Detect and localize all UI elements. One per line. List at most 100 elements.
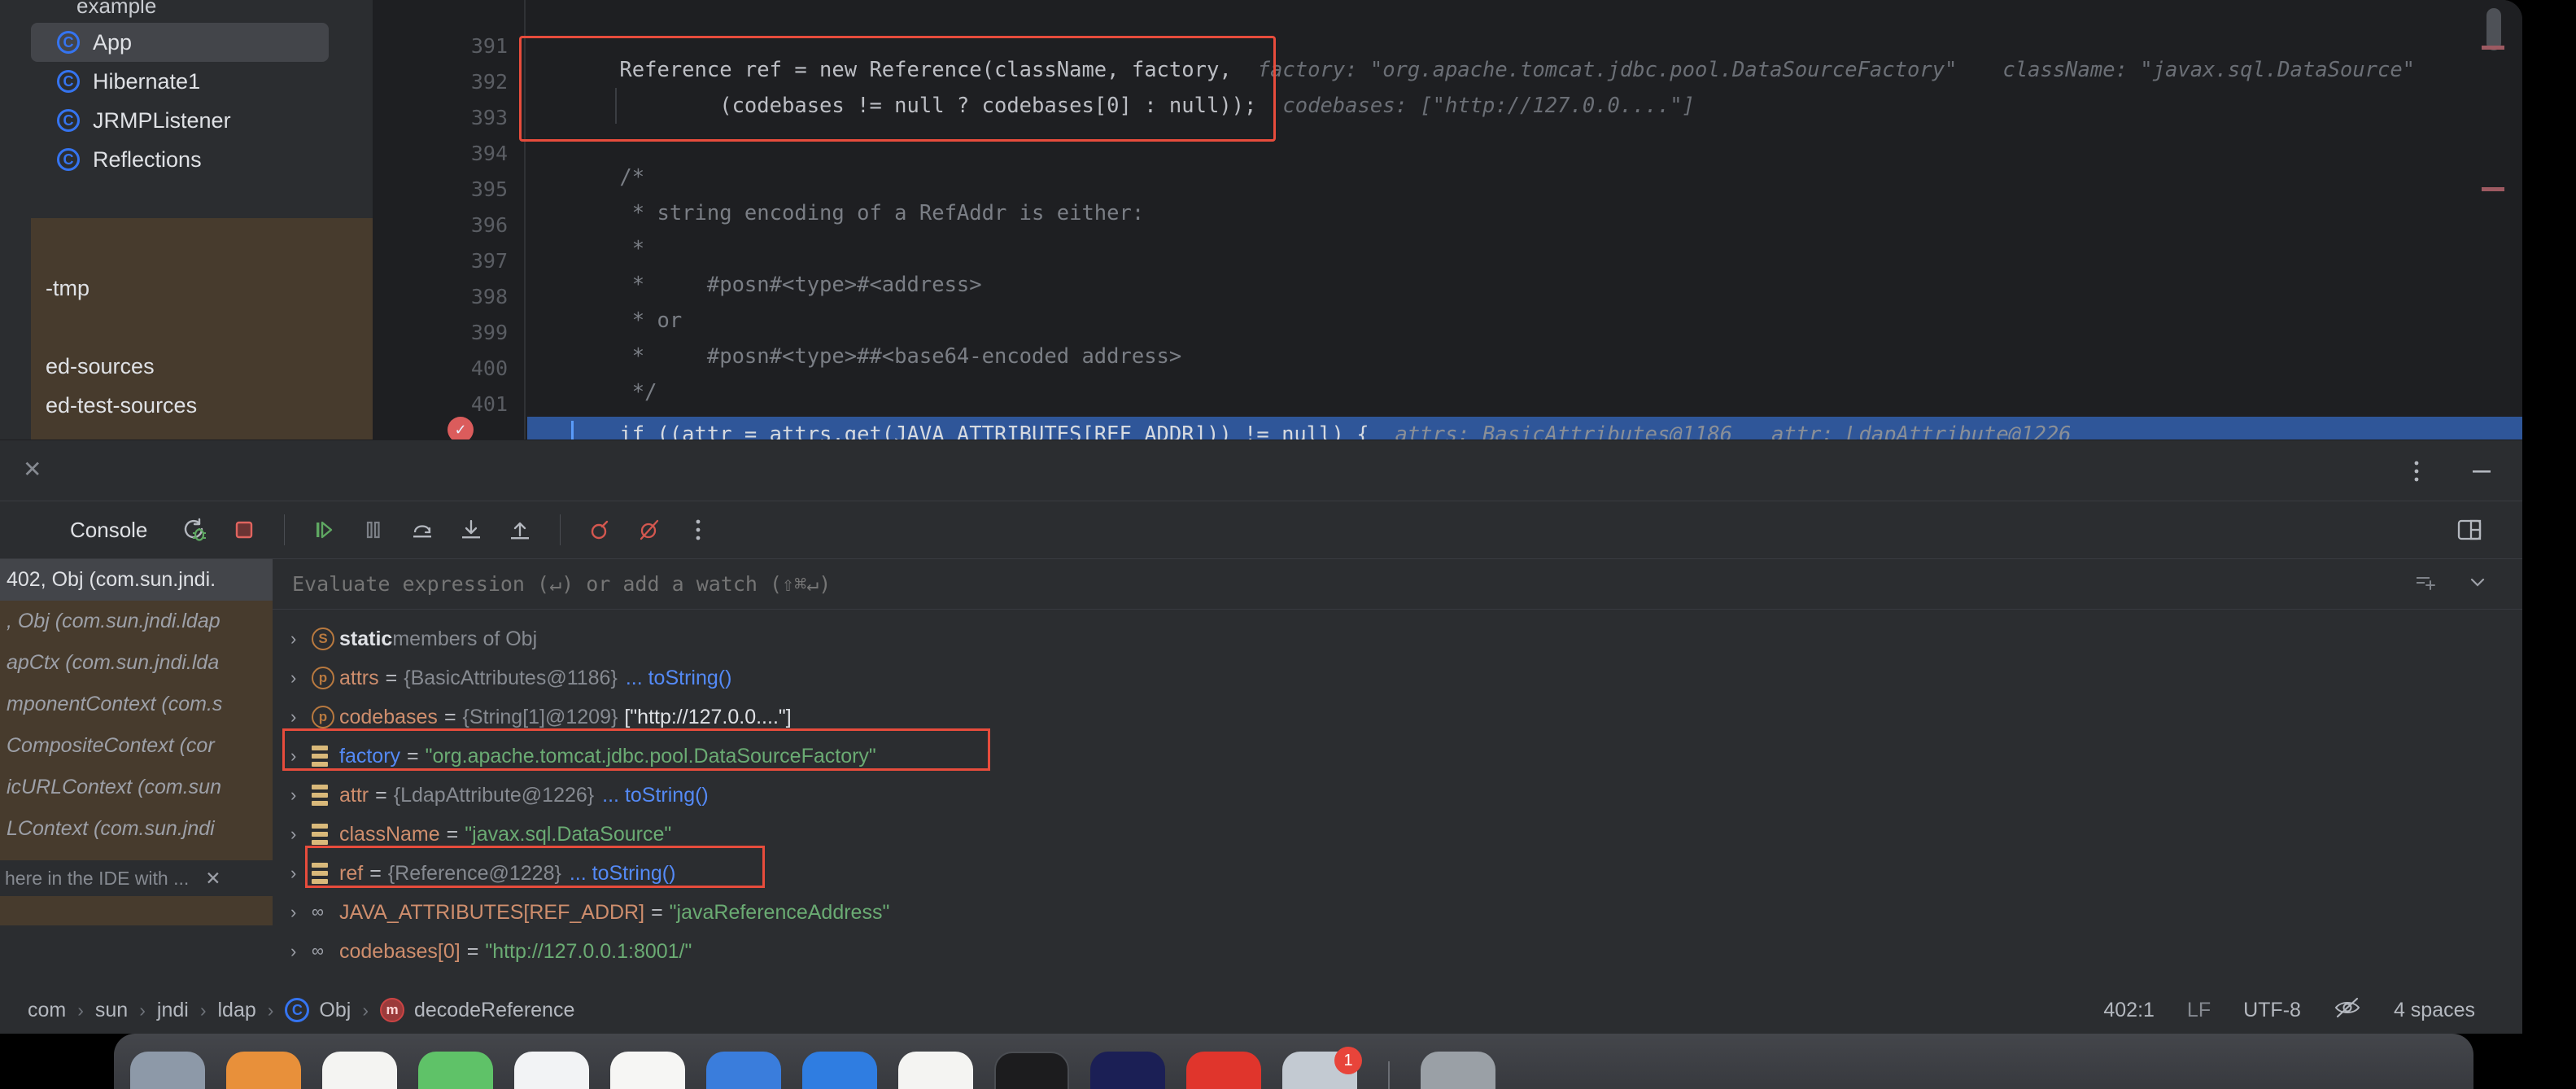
chevron-right-icon[interactable]: › xyxy=(290,785,312,806)
chevron-right-icon[interactable]: › xyxy=(290,902,312,923)
dock-item-notes[interactable] xyxy=(322,1052,397,1089)
close-icon[interactable]: ✕ xyxy=(23,458,41,481)
chevron-right-icon[interactable]: › xyxy=(290,746,312,767)
variable-row-attrs[interactable]: › p attrs = {BasicAttributes@1186} ... t… xyxy=(273,658,2522,698)
editor-scrollbar-thumb[interactable] xyxy=(2486,8,2501,50)
tree-item-jrmplistener[interactable]: C JRMPListener xyxy=(31,101,373,140)
minimize-icon[interactable] xyxy=(2465,455,2498,488)
breakpoint-circle-icon[interactable] xyxy=(580,510,621,550)
tree-item-generated-test-sources[interactable]: ed-test-sources xyxy=(31,386,373,425)
line-separator[interactable]: LF xyxy=(2187,999,2211,1022)
pause-icon[interactable] xyxy=(353,510,394,550)
line-number: 397 xyxy=(470,249,508,273)
chevron-right-icon[interactable]: › xyxy=(290,863,312,884)
kebab-menu-icon[interactable] xyxy=(678,510,718,550)
tree-item-tmp[interactable]: -tmp xyxy=(31,269,373,308)
dock-item-calendar[interactable] xyxy=(802,1052,877,1089)
variable-value[interactable]: ... toString() xyxy=(626,667,732,690)
tree-item-generated-sources[interactable]: ed-sources xyxy=(31,347,373,386)
variable-value[interactable]: ... toString() xyxy=(570,862,676,886)
step-out-arrow-up-icon[interactable] xyxy=(500,510,540,550)
variable-name: className xyxy=(339,822,440,846)
rerun-bug-icon[interactable] xyxy=(175,510,216,550)
evaluate-expression-input[interactable] xyxy=(273,572,2413,596)
dock-item-photos[interactable] xyxy=(898,1052,973,1089)
variable-row-factory[interactable]: › factory = "org.apache.tomcat.jdbc.pool… xyxy=(273,737,2522,776)
frame-row[interactable]: 402, Obj (com.sun.jndi. xyxy=(0,559,273,601)
caret-position[interactable]: 402:1 xyxy=(2103,999,2155,1022)
dock-item-mail[interactable] xyxy=(706,1052,781,1089)
indent-setting[interactable]: 4 spaces xyxy=(2394,999,2475,1022)
tree-item-hibernate1[interactable]: C Hibernate1 xyxy=(31,62,373,101)
dock-item-app-store[interactable] xyxy=(1090,1052,1165,1089)
file-encoding[interactable]: UTF-8 xyxy=(2243,999,2301,1022)
property-icon: p xyxy=(312,706,339,728)
breadcrumb-item-method[interactable]: decodeReference xyxy=(414,999,574,1022)
dock-item-music[interactable] xyxy=(1186,1052,1261,1089)
frame-row[interactable]: , Obj (com.sun.jndi.ldap xyxy=(0,601,273,642)
java-method-icon: m xyxy=(380,998,404,1022)
tab-console[interactable]: Console xyxy=(70,518,147,543)
variable-value[interactable]: ... toString() xyxy=(602,784,709,807)
macos-dock[interactable]: 1 xyxy=(0,1034,2576,1089)
chevron-right-icon[interactable]: › xyxy=(290,628,312,649)
breadcrumb-item-class[interactable]: Obj xyxy=(319,999,351,1022)
chevron-right-icon[interactable]: › xyxy=(290,667,312,689)
tree-item-app[interactable]: C App xyxy=(31,23,329,62)
watch-row-codebases-0[interactable]: › ∞ codebases[0] = "http://127.0.0.1:800… xyxy=(273,932,2522,971)
evaluate-expression-bar[interactable] xyxy=(273,559,2522,610)
watch-row-java-attributes[interactable]: › ∞ JAVA_ATTRIBUTES[REF_ADDR] = "javaRef… xyxy=(273,893,2522,932)
chevron-down-icon[interactable] xyxy=(2465,570,2490,598)
code-text-area[interactable]: Reference ref = new Reference(className,… xyxy=(527,0,2522,447)
layout-settings-icon[interactable] xyxy=(2449,510,2490,550)
error-stripe-marker[interactable] xyxy=(2482,187,2504,191)
dock-item-messages[interactable] xyxy=(418,1052,493,1089)
debug-tool-window: ✕ Console 402, Obj (com.sun.jndi. , Obj … xyxy=(0,440,2522,986)
variable-type: {BasicAttributes@1186} xyxy=(404,666,618,689)
code-editor[interactable]: 391 392 393 394 395 396 397 398 399 400 … xyxy=(373,0,2522,453)
dock-item-finder[interactable] xyxy=(130,1052,205,1089)
breadcrumb-item-ldap[interactable]: ldap xyxy=(217,999,255,1022)
variable-name: factory xyxy=(339,744,401,768)
inspections-off-eye-icon[interactable] xyxy=(2334,995,2361,1026)
breadcrumb-item-jndi[interactable]: jndi xyxy=(157,999,189,1022)
error-stripe-marker[interactable] xyxy=(2482,46,2504,50)
breadcrumb-item-com[interactable]: com xyxy=(28,999,66,1022)
variable-row-codebases[interactable]: › p codebases = {String[1]@1209} ["http:… xyxy=(273,698,2522,737)
frame-row[interactable]: LContext (com.sun.jndi xyxy=(0,808,273,850)
dock-item-launchpad[interactable] xyxy=(226,1052,301,1089)
frame-row[interactable]: icURLContext (com.sun xyxy=(0,767,273,808)
chevron-right-icon[interactable]: › xyxy=(290,941,312,962)
breadcrumb[interactable]: com › sun › jndi › ldap › C Obj › m deco… xyxy=(0,998,574,1022)
mute-breakpoints-icon[interactable] xyxy=(629,510,670,550)
chevron-right-icon[interactable]: › xyxy=(290,706,312,728)
frame-row[interactable]: apCtx (com.sun.jndi.lda xyxy=(0,642,273,684)
project-tree-list[interactable]: C App C Hibernate1 C JRMPListener C Refl… xyxy=(31,23,373,179)
dock-item-settings[interactable] xyxy=(1421,1052,1495,1089)
resume-play-icon[interactable] xyxy=(304,510,345,550)
tree-item-reflections[interactable]: C Reflections xyxy=(31,140,373,179)
step-into-arrow-down-icon[interactable] xyxy=(451,510,491,550)
code-line: * or xyxy=(527,303,2522,339)
breadcrumb-item-sun[interactable]: sun xyxy=(95,999,128,1022)
kebab-menu-icon[interactable] xyxy=(2400,455,2433,488)
dock-item-safari[interactable] xyxy=(514,1052,589,1089)
frame-row[interactable]: mponentContext (com.s xyxy=(0,684,273,725)
dock-item-maps[interactable] xyxy=(610,1052,685,1089)
variable-row-classname[interactable]: › className = "javax.sql.DataSource" xyxy=(273,815,2522,854)
frame-row[interactable]: CompositeContext (cor xyxy=(0,725,273,767)
add-watch-icon[interactable] xyxy=(2413,570,2438,598)
variable-row-ref[interactable]: › ref = {Reference@1228} ... toString() xyxy=(273,854,2522,893)
stop-square-icon[interactable] xyxy=(224,510,264,550)
variables-panel[interactable]: › S static members of Obj › p attrs = {B… xyxy=(273,610,2522,963)
variable-row-attr[interactable]: › attr = {LdapAttribute@1226} ... toStri… xyxy=(273,776,2522,815)
chevron-right-icon[interactable]: › xyxy=(290,824,312,845)
step-over-icon[interactable] xyxy=(402,510,443,550)
editor-gutter[interactable]: 391 392 393 394 395 396 397 398 399 400 … xyxy=(373,0,527,443)
dock-item-intellij-idea[interactable]: 1 xyxy=(1282,1047,1362,1089)
dock-item-terminal[interactable] xyxy=(994,1052,1069,1089)
variable-row-static[interactable]: › S static members of Obj xyxy=(273,619,2522,658)
close-icon[interactable]: ✕ xyxy=(205,868,220,890)
